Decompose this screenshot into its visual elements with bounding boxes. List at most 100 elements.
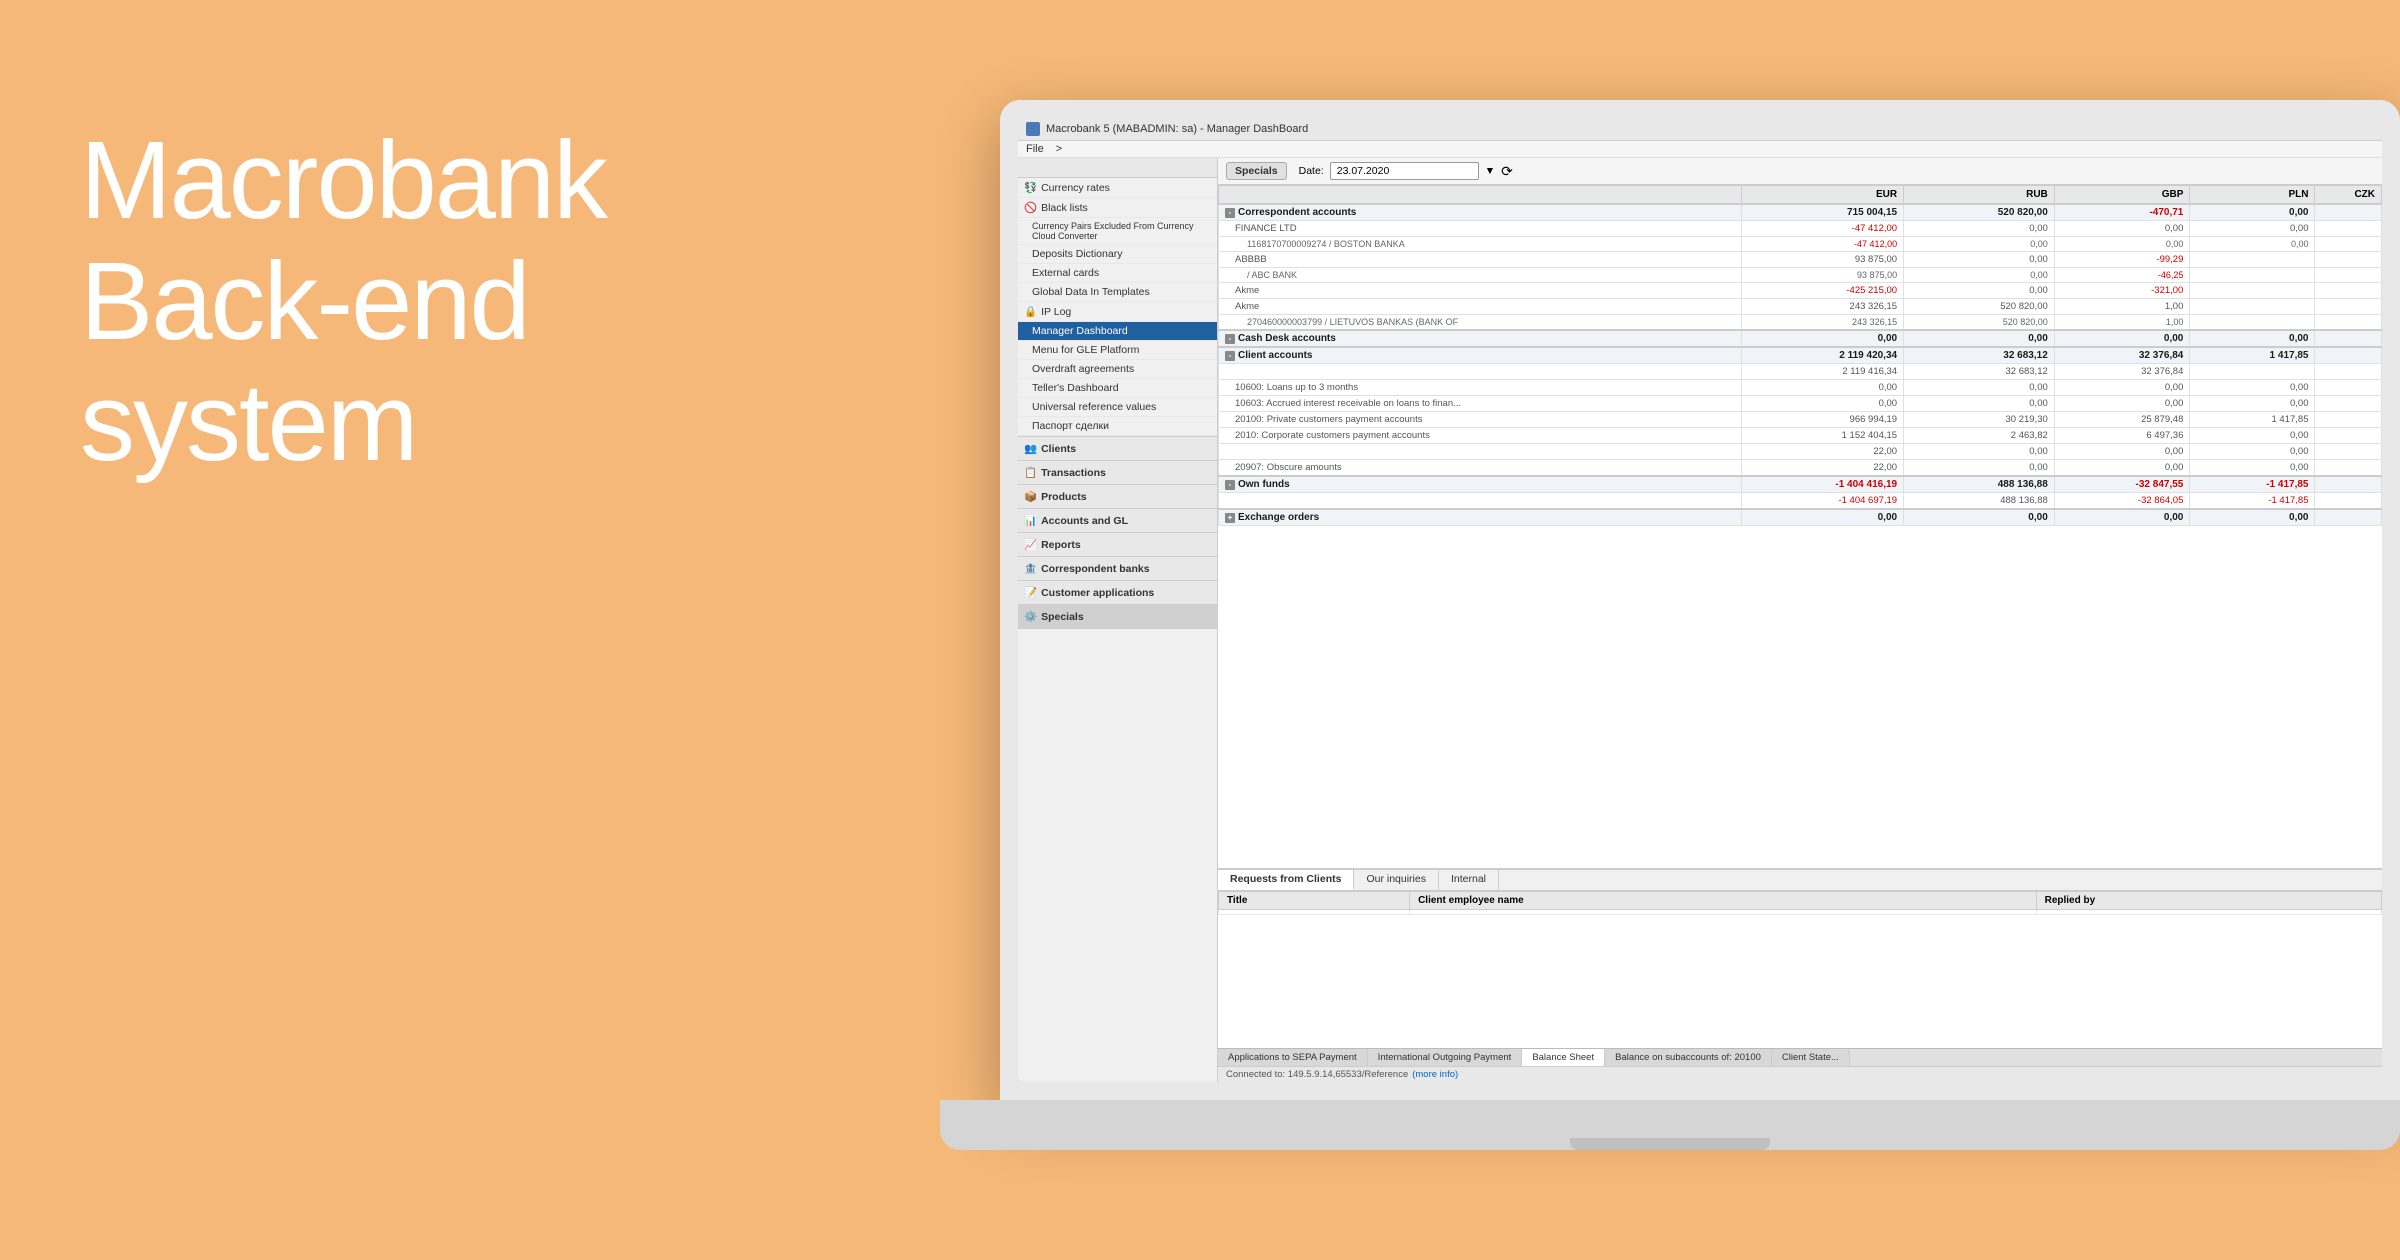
nav-group-clients-header[interactable]: 👥 Clients <box>1018 437 1217 460</box>
strip-tab-client-state[interactable]: Client State... <box>1772 1049 1850 1066</box>
sidebar-item-manager-dashboard[interactable]: Manager Dashboard <box>1018 322 1217 341</box>
table-row: 270460000003799 / LIETUVOS BANKAS (BANK … <box>1219 315 2382 331</box>
data-area[interactable]: EUR RUB GBP PLN CZK <box>1218 185 2382 868</box>
sidebar-item-passport[interactable]: Паспорт сделки <box>1018 417 1217 436</box>
sidebar-label: IP Log <box>1041 306 1071 318</box>
sidebar-label: Black lists <box>1041 202 1088 214</box>
table-row <box>1219 910 2382 915</box>
row-val-pln <box>2190 283 2315 299</box>
strip-tab-balance-sheet[interactable]: Balance Sheet <box>1522 1049 1605 1066</box>
sidebar-label: Паспорт сделки <box>1032 420 1109 432</box>
row-val-czk <box>2315 380 2382 396</box>
row-val-czk <box>2315 283 2382 299</box>
row-val-eur: 2 119 416,34 <box>1742 364 1904 380</box>
sidebar-item-teller[interactable]: Teller's Dashboard <box>1018 379 1217 398</box>
row-label: FINANCE LTD <box>1219 221 1742 237</box>
menu-more[interactable]: > <box>1056 143 1062 155</box>
row-val-czk <box>2315 330 2382 347</box>
transactions-icon: 📋 <box>1024 466 1037 479</box>
sidebar-item-external-cards[interactable]: External cards <box>1018 264 1217 283</box>
reports-icon: 📈 <box>1024 538 1037 551</box>
row-val-czk <box>2315 237 2382 252</box>
strip-tab-international[interactable]: International Outgoing Payment <box>1368 1049 1523 1066</box>
row-val-eur: 22,00 <box>1742 444 1904 460</box>
table-row: -1 404 697,19 488 136,88 -32 864,05 -1 4… <box>1219 493 2382 510</box>
refresh-button[interactable]: ⟳ <box>1501 163 1513 180</box>
sidebar-item-overdraft[interactable]: Overdraft agreements <box>1018 360 1217 379</box>
products-icon: 📦 <box>1024 490 1037 503</box>
collapse-icon[interactable]: - <box>1225 208 1235 218</box>
currency-rates-icon: 💱 <box>1024 181 1037 194</box>
sidebar-specials-group: 💱 Currency rates 🚫 Black lists Currency … <box>1018 178 1217 437</box>
row-val-pln: 0,00 <box>2190 396 2315 412</box>
row-val-pln <box>2190 252 2315 268</box>
row-val-eur: 243 326,15 <box>1742 299 1904 315</box>
row-val-rub: 0,00 <box>1904 221 2055 237</box>
sidebar-item-currency-pairs[interactable]: Currency Pairs Excluded From Currency Cl… <box>1018 218 1217 245</box>
nav-group-transactions-header[interactable]: 📋 Transactions <box>1018 461 1217 484</box>
row-val-czk <box>2315 412 2382 428</box>
nav-group-correspondent-header[interactable]: 🏦 Correspondent banks <box>1018 557 1217 580</box>
laptop-container: Macrobank 5 (MABADMIN: sa) - Manager Das… <box>900 80 2400 1180</box>
sidebar-item-deposits[interactable]: Deposits Dictionary <box>1018 245 1217 264</box>
nav-group-reports-header[interactable]: 📈 Reports <box>1018 533 1217 556</box>
row-val-eur: -1 404 416,19 <box>1742 476 1904 493</box>
specials-button[interactable]: Specials <box>1226 162 1287 180</box>
row-val-rub: 520 820,00 <box>1904 299 2055 315</box>
row-val-gbp: -32 847,55 <box>2054 476 2190 493</box>
menu-file[interactable]: File <box>1026 143 1044 155</box>
strip-tab-sepa[interactable]: Applications to SEPA Payment <box>1218 1049 1368 1066</box>
sidebar-label: Currency rates <box>1041 182 1110 194</box>
col-client-employee: Client employee name <box>1410 892 2037 910</box>
row-val-eur: 1 152 404,15 <box>1742 428 1904 444</box>
nav-group-label: Correspondent banks <box>1041 563 1150 575</box>
row-val-eur: -425 215,00 <box>1742 283 1904 299</box>
sidebar-item-ip-log[interactable]: 🔒 IP Log <box>1018 302 1217 322</box>
row-val-gbp: -46,25 <box>2054 268 2190 283</box>
nav-group-customer-apps-header[interactable]: 📝 Customer applications <box>1018 581 1217 604</box>
date-dropdown-icon[interactable]: ▼ <box>1485 165 1495 177</box>
tab-internal[interactable]: Internal <box>1439 870 1499 890</box>
table-row: Akme 243 326,15 520 820,00 1,00 <box>1219 299 2382 315</box>
row-val-pln: 0,00 <box>2190 380 2315 396</box>
status-bar: Connected to: 149.5.9.14,65533/Reference… <box>1218 1066 2382 1082</box>
sidebar-item-black-lists[interactable]: 🚫 Black lists <box>1018 198 1217 218</box>
date-input[interactable] <box>1330 162 1479 180</box>
main-data-table: EUR RUB GBP PLN CZK <box>1218 185 2382 526</box>
tab-requests-from-clients[interactable]: Requests from Clients <box>1218 870 1354 890</box>
sidebar-item-currency-rates[interactable]: 💱 Currency rates <box>1018 178 1217 198</box>
table-row: 2010: Corporate customers payment accoun… <box>1219 428 2382 444</box>
tab-our-inquiries[interactable]: Our inquiries <box>1354 870 1439 890</box>
collapse-icon[interactable]: + <box>1225 513 1235 523</box>
row-val-gbp: 6 497,36 <box>2054 428 2190 444</box>
more-info-link[interactable]: (more info) <box>1412 1069 1458 1080</box>
sidebar-item-universal-ref[interactable]: Universal reference values <box>1018 398 1217 417</box>
collapse-icon[interactable]: - <box>1225 480 1235 490</box>
row-label: +Exchange orders <box>1219 509 1742 526</box>
strip-tab-balance-subaccounts[interactable]: Balance on subaccounts of: 20100 <box>1605 1049 1772 1066</box>
bottom-data-table: Title Client employee name Replied by <box>1218 891 2382 915</box>
collapse-icon[interactable]: - <box>1225 351 1235 361</box>
row-val-pln <box>2190 268 2315 283</box>
nav-group-products-header[interactable]: 📦 Products <box>1018 485 1217 508</box>
ip-log-icon: 🔒 <box>1024 305 1037 318</box>
row-val-czk <box>2315 315 2382 331</box>
row-val-rub: 32 683,12 <box>1904 364 2055 380</box>
nav-group-correspondent: 🏦 Correspondent banks <box>1018 557 1217 581</box>
sidebar-label: Teller's Dashboard <box>1032 382 1119 394</box>
collapse-icon[interactable]: - <box>1225 334 1235 344</box>
nav-group-specials-header[interactable]: ⚙️ Specials <box>1018 605 1217 628</box>
sidebar-item-menu-gle[interactable]: Menu for GLE Platform <box>1018 341 1217 360</box>
nav-group-label: Products <box>1041 491 1087 503</box>
sidebar-item-global-data[interactable]: Global Data In Templates <box>1018 283 1217 302</box>
row-val-rub: 0,00 <box>1904 252 2055 268</box>
table-row: ABBBB 93 875,00 0,00 -99,29 <box>1219 252 2382 268</box>
table-row: -Own funds -1 404 416,19 488 136,88 -32 … <box>1219 476 2382 493</box>
table-row: 10603: Accrued interest receivable on lo… <box>1219 396 2382 412</box>
row-val-rub: 0,00 <box>1904 444 2055 460</box>
laptop-screen: Macrobank 5 (MABADMIN: sa) - Manager Das… <box>1018 118 2382 1082</box>
row-label: -Cash Desk accounts <box>1219 330 1742 347</box>
nav-group-products: 📦 Products <box>1018 485 1217 509</box>
nav-group-accounts-header[interactable]: 📊 Accounts and GL <box>1018 509 1217 532</box>
row-val-rub: 30 219,30 <box>1904 412 2055 428</box>
